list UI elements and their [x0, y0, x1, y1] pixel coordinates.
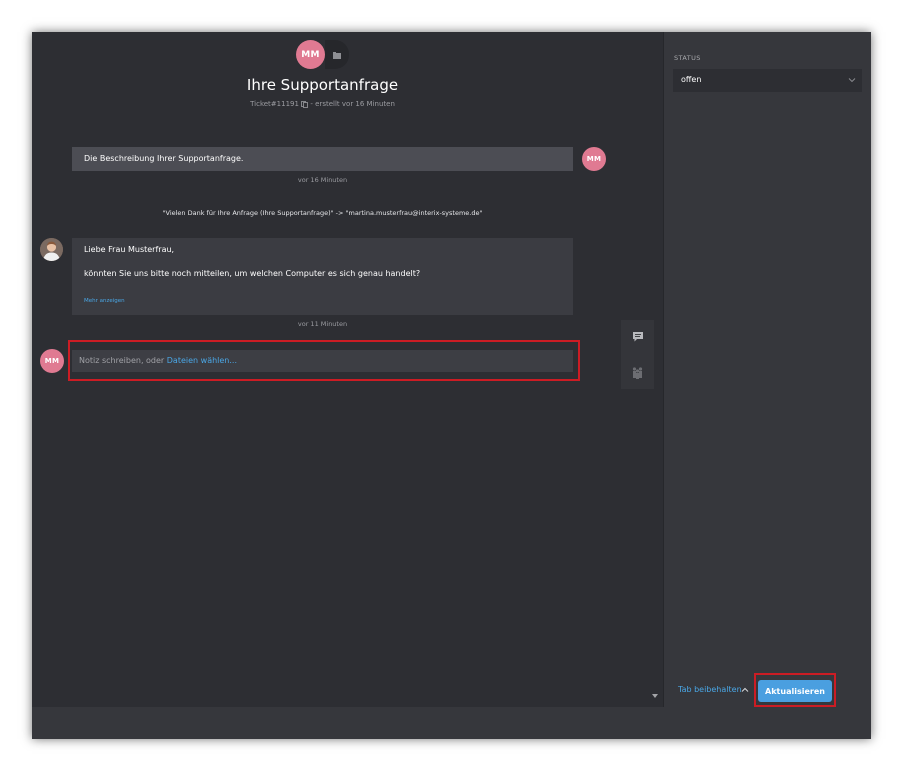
note-placeholder-text: Notiz schreiben, oder — [79, 356, 167, 365]
status-label: STATUS — [674, 54, 701, 62]
note-input[interactable]: Notiz schreiben, oder Dateien wählen... — [72, 350, 573, 372]
agent-avatar[interactable] — [40, 238, 63, 261]
ticket-zoom-main: MM Ihre Supportanfrage Ticket#11191 - er… — [32, 32, 663, 707]
chat-icon — [632, 332, 643, 342]
ticket-number: Ticket#11191 — [250, 100, 299, 108]
ticket-sidebar: STATUS offen — [663, 32, 871, 707]
choose-files-link[interactable]: Dateien wählen... — [167, 356, 237, 365]
agent-message[interactable]: Liebe Frau Musterfrau, könnten Sie uns b… — [72, 238, 573, 315]
status-value: offen — [681, 75, 702, 84]
agent-message-body: könnten Sie uns bitte noch mitteilen, um… — [84, 269, 421, 278]
customer-message-text: Die Beschreibung Ihrer Supportanfrage. — [84, 154, 244, 163]
tab-keep-toggle[interactable]: Tab beibehalten — [678, 685, 742, 694]
bottom-action-bar — [32, 707, 871, 739]
customer-message[interactable]: Die Beschreibung Ihrer Supportanfrage. — [72, 147, 573, 171]
email-sent-info: "Vielen Dank für Ihre Anfrage (Ihre Supp… — [162, 209, 483, 217]
agent-message-greeting: Liebe Frau Musterfrau, — [84, 245, 175, 254]
visibility-button[interactable] — [621, 355, 654, 389]
people-icon — [632, 366, 643, 379]
chevron-up-icon[interactable] — [741, 686, 749, 694]
note-placeholder: Notiz schreiben, oder Dateien wählen... — [79, 356, 237, 365]
show-more-link[interactable]: Mehr anzeigen — [84, 298, 125, 304]
article-type-toolbar — [621, 320, 654, 389]
ticket-title[interactable]: Ihre Supportanfrage — [32, 76, 613, 94]
ticket-created: - erstellt vor 16 Minuten — [310, 100, 395, 108]
update-button[interactable]: Aktualisieren — [758, 680, 832, 702]
message-timestamp: vor 11 Minuten — [297, 320, 348, 328]
message-timestamp: vor 16 Minuten — [297, 176, 348, 184]
scroll-down-icon[interactable] — [652, 694, 658, 698]
copy-icon[interactable] — [301, 100, 309, 108]
app-window: MM Ihre Supportanfrage Ticket#11191 - er… — [32, 32, 871, 739]
chevron-down-icon — [848, 78, 856, 83]
current-user-avatar[interactable]: MM — [40, 349, 64, 373]
customer-message-avatar[interactable]: MM — [582, 147, 606, 171]
customer-avatar[interactable]: MM — [296, 40, 325, 69]
ticket-meta: Ticket#11191 - erstellt vor 16 Minuten — [32, 100, 613, 108]
organization-icon[interactable] — [325, 40, 349, 69]
note-type-button[interactable] — [621, 320, 654, 354]
status-select[interactable]: offen — [673, 69, 862, 92]
